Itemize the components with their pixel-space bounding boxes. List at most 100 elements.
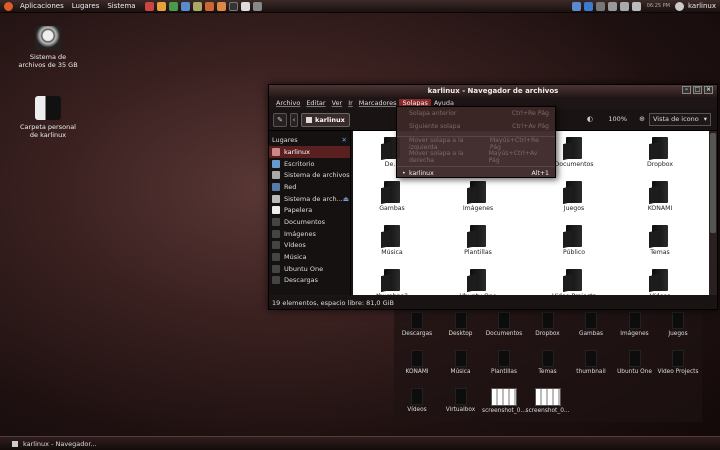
scrollbar[interactable] (709, 131, 717, 295)
file-item[interactable]: thumbnail (357, 269, 427, 295)
taskbar-item[interactable]: karlinux - Navegador... (12, 439, 97, 449)
dropbox-icon[interactable] (584, 1, 594, 11)
mail-indicator-icon[interactable] (608, 1, 618, 11)
desktop-file-item[interactable]: Documentos (482, 312, 526, 337)
home-folder-icon (35, 96, 61, 120)
desktop-file-item[interactable]: KONAMI (395, 350, 439, 375)
eject-icon[interactable]: ⏏ (343, 195, 349, 203)
menu-archivo[interactable]: Archivo (273, 99, 303, 107)
breadcrumb-home[interactable]: karlinux (301, 112, 350, 127)
file-item[interactable]: Vídeos (625, 269, 695, 295)
file-item[interactable]: Gambas (357, 181, 427, 212)
sidebar-item[interactable]: Descargas (269, 275, 350, 287)
file-item[interactable]: Ubuntu One (443, 269, 513, 295)
status-bar: 19 elementos, espacio libre: 81,0 GiB (269, 297, 717, 309)
sidebar-item[interactable]: Sistema de arch... ⏏ (269, 193, 350, 205)
file-item[interactable]: Video Projects (539, 269, 609, 295)
sidebar-item[interactable]: Papelera (269, 204, 350, 216)
chrome-icon[interactable] (169, 1, 179, 11)
sidebar-item[interactable]: Imágenes (269, 228, 350, 240)
folder-icon (672, 312, 684, 329)
bluetooth-icon[interactable] (596, 1, 606, 11)
coffee-icon[interactable] (241, 1, 251, 11)
sidebar-item[interactable]: Música (269, 251, 350, 263)
folder-icon (498, 350, 510, 367)
solapas-menu-item: Mover solapa a la derecha Mayús+Ctrl+Av P… (409, 149, 538, 164)
sidebar-item[interactable]: Sistema de archivos (269, 169, 350, 181)
maximize-button[interactable]: □ (693, 86, 702, 94)
sidebar-item[interactable]: Vídeos (269, 240, 350, 252)
ubuntu-logo-icon[interactable] (4, 1, 13, 11)
mail-icon[interactable] (181, 1, 191, 11)
sidebar-item[interactable]: Escritorio (269, 158, 350, 170)
places-sidebar: Lugares ✕ karlinux Escritorio Sistema de a… (269, 131, 351, 295)
desktop-file-item[interactable]: Dropbox (526, 312, 570, 337)
network-icon[interactable] (572, 1, 582, 11)
terminal-icon[interactable] (229, 1, 239, 11)
desktop-file-item[interactable]: thumbnail (569, 350, 613, 375)
file-item[interactable]: Dropbox (625, 137, 695, 168)
file-item[interactable]: KONAMI (625, 181, 695, 212)
edit-location-button[interactable]: ✎ (273, 112, 287, 127)
panel-menu-lugares[interactable]: Lugares (68, 0, 104, 13)
menu-ver[interactable]: Ver (329, 99, 346, 107)
desktop-file-item[interactable]: Vídeos (395, 388, 439, 413)
launcher-icon[interactable] (145, 1, 155, 11)
solapas-menu: Solapa anterior Ctrl+Re Pág Siguiente sola… (396, 106, 556, 178)
file-item[interactable]: Temas (625, 225, 695, 256)
wifi-icon[interactable] (620, 1, 630, 11)
desktop-icon-home[interactable]: Carpeta personal de karlinux (18, 96, 78, 139)
solapas-menu-item: Mover solapa a la izquierda Mayús+Ctrl+Re… (409, 136, 539, 151)
desktop-file-item[interactable]: Ubuntu One (613, 350, 657, 375)
menu-ir[interactable]: Ir (345, 99, 356, 107)
power-icon[interactable] (675, 1, 685, 11)
file-item[interactable]: Imágenes (443, 181, 513, 212)
minimize-button[interactable]: – (682, 86, 691, 94)
sidebar-item[interactable]: karlinux (269, 146, 350, 158)
settings-icon[interactable] (253, 1, 263, 11)
app-icon[interactable] (217, 1, 227, 11)
folder-icon (566, 269, 582, 291)
zoom-out-icon[interactable]: ◐ (587, 115, 593, 123)
clock[interactable]: 06:25 PM (647, 3, 670, 9)
browser-icon[interactable] (157, 1, 167, 11)
places-header[interactable]: Lugares ✕ (269, 134, 350, 146)
solapas-menu-item[interactable]: karlinux • Alt+1 (397, 167, 555, 180)
volume-icon[interactable] (632, 1, 642, 11)
desktop-file-item[interactable]: Video Projects (656, 350, 700, 375)
desktop-file-item[interactable]: screenshot_0... (482, 388, 526, 414)
panel-menu-aplicaciones[interactable]: Aplicaciones (16, 0, 68, 13)
folder-icon (566, 181, 582, 203)
file-item[interactable]: Plantillas (443, 225, 513, 256)
window-titlebar[interactable]: karlinux - Navegador de archivos – □ × (269, 85, 717, 97)
media-icon[interactable] (205, 1, 215, 11)
sidebar-item[interactable]: Ubuntu One (269, 263, 350, 275)
file-item[interactable]: Música (357, 225, 427, 256)
desktop-file-item[interactable]: Desktop (439, 312, 483, 337)
file-item[interactable]: Juegos (539, 181, 609, 212)
file-item[interactable]: Público (539, 225, 609, 256)
zoom-in-icon[interactable]: ⊕ (639, 115, 645, 123)
close-sidebar-icon[interactable]: ✕ (342, 136, 347, 144)
tool-icon[interactable] (193, 1, 203, 11)
scrollbar-thumb[interactable] (710, 133, 716, 233)
desktop-file-item[interactable]: Gambas (569, 312, 613, 337)
desktop-file-item[interactable]: Descargas (395, 312, 439, 337)
back-crumb-button[interactable]: ‹ (290, 112, 298, 127)
desktop-file-item[interactable]: screenshot_0... (526, 388, 570, 414)
desktop-file-item[interactable]: Temas (526, 350, 570, 375)
desktop-icon-filesystem[interactable]: Sistema de archivos de 35 GB (18, 26, 78, 69)
desktop-file-item[interactable]: Plantillas (482, 350, 526, 375)
user-name[interactable]: karlinux (688, 2, 716, 10)
panel-menu-sistema[interactable]: Sistema (103, 0, 139, 13)
sidebar-item[interactable]: Documentos (269, 216, 350, 228)
close-button[interactable]: × (704, 86, 713, 94)
menu-editar[interactable]: Editar (303, 99, 328, 107)
desktop-file-item[interactable]: Juegos (656, 312, 700, 337)
menu-marcadores[interactable]: Marcadores (356, 99, 400, 107)
desktop-file-item[interactable]: Música (439, 350, 483, 375)
desktop-file-item[interactable]: Virtualbox (439, 388, 483, 413)
desktop-file-item[interactable]: Imágenes (613, 312, 657, 337)
sidebar-item[interactable]: Red (269, 181, 350, 193)
view-mode-select[interactable]: Vista de icono ▾ (649, 113, 711, 126)
